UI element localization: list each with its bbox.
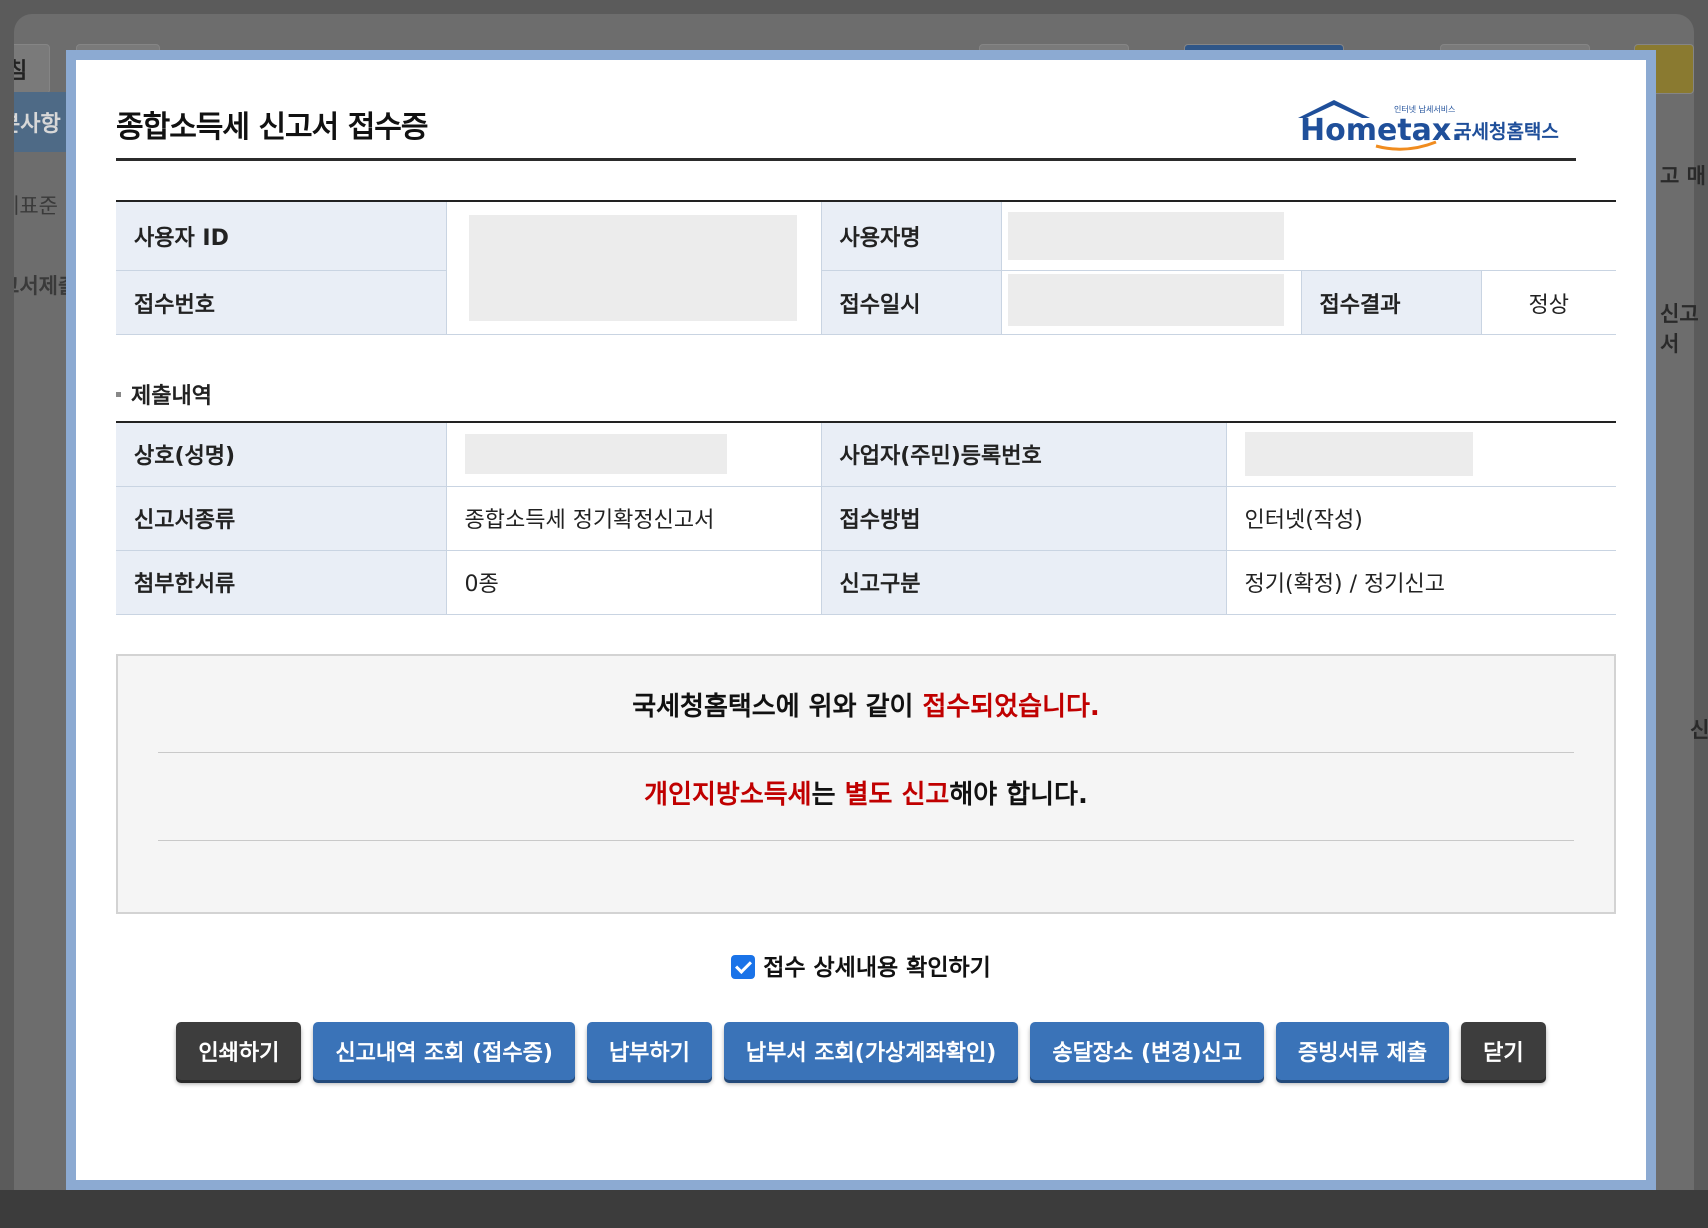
user-id-label: 사용자 ID [116,200,447,271]
masked-value [464,434,727,475]
attached-documents-value: 0종 [446,550,822,615]
detail-confirm-row: 접수 상세내용 확인하기 [76,948,1646,982]
receipt-datetime-label: 접수일시 [821,270,1002,335]
print-button[interactable]: 인쇄하기 [176,1022,302,1080]
receipt-result-value: 정상 [1481,270,1617,335]
report-type-label: 신고서종류 [116,486,447,551]
logo-small-text: 인터넷 납세서비스 [1394,104,1455,114]
bullet-icon [116,391,121,397]
hometax-logo: Hometax. 인터넷 납세서비스 국세청홈택스 [1298,100,1559,151]
delivery-address-report-button[interactable]: 송달장소 (변경)신고 [1030,1022,1265,1080]
notice-box: 국세청홈택스에 위와 같이 접수되었습니다. 개인지방소득세는 별도 신고해야 … [116,654,1616,914]
report-category-label: 신고구분 [821,550,1227,615]
report-type-value: 종합소득세 정기확정신고서 [446,486,822,551]
report-category-value: 정기(확정) / 정기신고 [1226,550,1616,615]
background-right-text: 고 매 [1660,164,1706,188]
receipt-number-label: 접수번호 [116,270,447,335]
registration-number-label: 사업자(주민)등록번호 [821,421,1227,487]
receipt-method-value: 인터넷(작성) [1226,486,1616,551]
masked-value [468,215,797,321]
notice-divider [158,752,1574,753]
notice-local-tax: 개인지방소득세는 별도 신고해야 합니다. [644,780,1088,810]
registration-number-value [1226,421,1616,487]
modal-header: 종합소득세 신고서 접수증 Hometax. 인터넷 납세서비스 국세청홈택스 [116,90,1576,161]
receipt-datetime-value [1001,270,1302,335]
submit-evidence-button[interactable]: 증빙서류 제출 [1276,1022,1450,1080]
view-report-history-button[interactable]: 신고내역 조회 (접수증) [313,1022,575,1080]
background-side-item: 본사항 [14,92,70,152]
background-right-text-2: 신고서 [1660,302,1699,356]
submission-section-title: 제출내역 [116,378,212,410]
background-text: 세표준 [14,194,58,218]
background-tab: 침 [14,44,50,94]
logo-name: 국세청홈택스 [1454,120,1559,143]
user-id-value [446,200,822,335]
background-bottom-bar [0,1190,1708,1228]
table-row: 접수번호 접수일시 접수결과 정상 [116,270,1617,335]
user-name-value [1001,200,1617,271]
submission-table: 상호(성명) 사업자(주민)등록번호 신고서종류 종합소득세 정기확정신고서 접… [116,421,1616,615]
detail-confirm-checkbox[interactable] [731,954,756,979]
receipt-modal: 종합소득세 신고서 접수증 Hometax. 인터넷 납세서비스 국세청홈택스 … [66,50,1656,1190]
table-row: 신고서종류 종합소득세 정기확정신고서 접수방법 인터넷(작성) [116,486,1616,551]
close-button[interactable]: 닫기 [1461,1022,1546,1080]
masked-value [1244,432,1473,477]
table-row: 사용자 ID 사용자명 [116,200,1617,335]
receipt-result-label: 접수결과 [1301,270,1482,335]
notice-divider [158,840,1574,841]
table-row: 첨부한서류 0종 신고구분 정기(확정) / 정기신고 [116,550,1616,615]
receipt-modal-body: 종합소득세 신고서 접수증 Hometax. 인터넷 납세서비스 국세청홈택스 … [76,60,1646,1180]
table-row: 상호(성명) 사업자(주민)등록번호 [116,421,1616,487]
logo-brand: Hometax. [1300,113,1463,148]
background-right-text-3: 신 [1690,718,1708,742]
receipt-method-label: 접수방법 [821,486,1227,551]
masked-value [1007,212,1284,260]
business-name-label: 상호(성명) [116,421,447,487]
receipt-info-table: 사용자 ID 사용자명 접수번호 접수일시 접수결과 정상 [116,200,1617,335]
notice-received: 국세청홈택스에 위와 같이 접수되었습니다. [632,692,1100,722]
detail-confirm-label[interactable]: 접수 상세내용 확인하기 [763,955,991,981]
masked-value [1007,273,1284,326]
pay-button[interactable]: 납부하기 [586,1022,712,1080]
modal-title: 종합소득세 신고서 접수증 [116,110,428,145]
view-payment-slip-button[interactable]: 납부서 조회(가상계좌확인) [723,1022,1019,1080]
user-name-label: 사용자명 [821,200,1002,271]
business-name-value [446,421,822,487]
attached-documents-label: 첨부한서류 [116,550,447,615]
action-buttons: 인쇄하기 신고내역 조회 (접수증) 납부하기 납부서 조회(가상계좌확인) 송… [76,1022,1646,1080]
